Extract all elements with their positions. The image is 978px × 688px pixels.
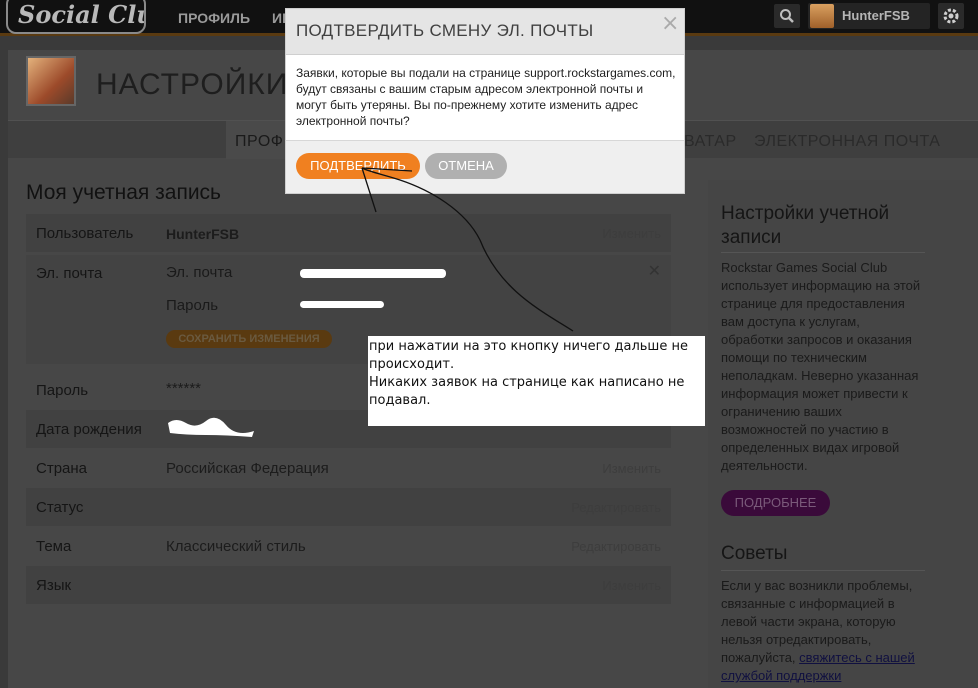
gear-icon bbox=[943, 8, 959, 24]
tab-profile[interactable]: ПРОФ bbox=[235, 133, 283, 151]
edit-country-link[interactable]: Изменить bbox=[602, 461, 661, 476]
save-changes-button[interactable]: СОХРАНИТЬ ИЗМЕНЕНИЯ bbox=[166, 330, 332, 348]
page-title: НАСТРОЙКИ bbox=[96, 68, 289, 101]
edit-language-link[interactable]: Изменить bbox=[602, 578, 661, 593]
social-club-logo[interactable]: Social Club bbox=[6, 0, 146, 34]
row-label: Тема bbox=[36, 538, 72, 555]
divider bbox=[721, 252, 925, 253]
sidebar-tips-title: Советы bbox=[721, 543, 788, 564]
password-field-label: Пароль bbox=[166, 297, 219, 314]
email-field-label: Эл. почта bbox=[166, 264, 233, 281]
search-icon bbox=[780, 9, 794, 23]
settings-button[interactable] bbox=[938, 3, 964, 29]
row-label: Язык bbox=[36, 577, 72, 594]
cancel-button[interactable]: ОТМЕНА bbox=[425, 153, 507, 179]
dialog-footer: ПОДТВЕРДИТЬ ОТМЕНА bbox=[286, 141, 684, 193]
close-icon[interactable]: × bbox=[661, 11, 679, 36]
confirm-button[interactable]: ПОДТВЕРДИТЬ bbox=[296, 153, 420, 179]
user-menu[interactable]: HunterFSB bbox=[808, 3, 930, 29]
redacted-birthdate bbox=[168, 417, 254, 437]
account-section-title: Моя учетная запись bbox=[26, 181, 221, 204]
username-value: HunterFSB bbox=[166, 226, 240, 242]
profile-avatar bbox=[26, 56, 76, 106]
search-button[interactable] bbox=[774, 4, 800, 28]
password-field[interactable] bbox=[300, 301, 384, 308]
dialog-header: ПОДТВЕРДИТЬ СМЕНУ ЭЛ. ПОЧТЫ × bbox=[286, 9, 684, 55]
row-label: Статус bbox=[36, 499, 84, 516]
sidebar: Настройки учетной записи Rockstar Games … bbox=[708, 180, 978, 688]
dialog-body: Заявки, которые вы подали на странице su… bbox=[286, 55, 684, 141]
nav-profile-link[interactable]: ПРОФИЛЬ bbox=[178, 10, 250, 26]
row-label: Дата рождения bbox=[36, 421, 142, 438]
tab-avatar[interactable]: ВАТАР bbox=[684, 133, 737, 151]
confirm-email-change-dialog: ПОДТВЕРДИТЬ СМЕНУ ЭЛ. ПОЧТЫ × Заявки, ко… bbox=[285, 8, 685, 194]
row-label: Страна bbox=[36, 460, 88, 477]
theme-value: Классический стиль bbox=[166, 538, 306, 555]
row-username: Пользователь HunterFSB Изменить bbox=[26, 214, 671, 252]
email-field[interactable] bbox=[300, 269, 446, 278]
row-label: Пароль bbox=[36, 382, 89, 399]
country-value: Российская Федерация bbox=[166, 460, 329, 477]
dialog-message: Заявки, которые вы подали на странице su… bbox=[296, 66, 676, 128]
close-icon[interactable]: ✕ bbox=[648, 261, 661, 281]
edit-theme-link[interactable]: Редактировать bbox=[571, 539, 661, 554]
row-theme: Тема Классический стиль Редактировать bbox=[26, 527, 671, 565]
sidebar-tips-text: Если у вас возникли проблемы, связанные … bbox=[721, 577, 925, 685]
edit-username-link[interactable]: Изменить bbox=[602, 226, 661, 241]
row-country: Страна Российская Федерация Изменить bbox=[26, 449, 671, 487]
row-status: Статус Редактировать bbox=[26, 488, 671, 526]
sidebar-settings-title: Настройки учетной записи bbox=[721, 203, 890, 248]
sidebar-settings-text: Rockstar Games Social Club использует ин… bbox=[721, 260, 921, 473]
dialog-title: ПОДТВЕРДИТЬ СМЕНУ ЭЛ. ПОЧТЫ bbox=[296, 21, 594, 40]
edit-status-link[interactable]: Редактировать bbox=[571, 500, 661, 515]
row-language: Язык Изменить bbox=[26, 566, 671, 604]
divider bbox=[721, 570, 925, 571]
annotation-note: при нажатии на это кнопку ничего дальше … bbox=[368, 336, 705, 426]
tab-email[interactable]: ЭЛЕКТРОННАЯ ПОЧТА bbox=[754, 133, 940, 151]
username-label: HunterFSB bbox=[842, 8, 910, 23]
row-label: Эл. почта bbox=[36, 265, 103, 282]
more-info-button[interactable]: ПОДРОБНЕЕ bbox=[721, 490, 830, 516]
row-label: Пользователь bbox=[36, 225, 134, 242]
avatar bbox=[810, 4, 834, 28]
password-value: ****** bbox=[166, 380, 202, 397]
